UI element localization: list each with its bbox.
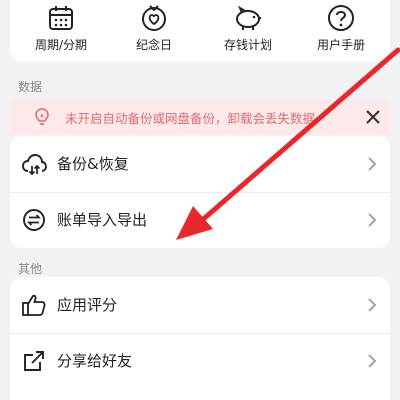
other-settings-card: 应用评分 分享给好友 bbox=[10, 277, 390, 400]
banner-text: 未开启自动备份或网盘备份，卸载会丢失数据 bbox=[65, 111, 316, 126]
list-item-import-export[interactable]: 账单导入导出 bbox=[10, 192, 390, 248]
chevron-right-icon bbox=[368, 157, 377, 171]
thumbs-up-icon bbox=[22, 294, 46, 316]
list-item-label: 分享给好友 bbox=[57, 352, 133, 370]
piggy-bank-icon bbox=[236, 5, 261, 30]
calendar-icon bbox=[49, 6, 73, 30]
list-item-label: 账单导入导出 bbox=[57, 211, 148, 229]
close-icon[interactable] bbox=[363, 107, 383, 127]
list-item-label: 备份&恢复 bbox=[57, 155, 129, 173]
settings-page: 周期/分期 纪念日 存钱计划 用户手册 数据 未开启自动备份或网盘备份，卸载会丢… bbox=[0, 0, 400, 400]
chevron-right-icon bbox=[368, 298, 377, 312]
chevron-right-icon bbox=[368, 354, 377, 368]
import-export-icon bbox=[23, 209, 45, 231]
quick-actions-bar: 周期/分期 纪念日 存钱计划 用户手册 bbox=[10, 0, 390, 62]
section-title-data: 数据 bbox=[18, 80, 43, 94]
lightbulb-icon bbox=[35, 108, 49, 125]
list-item-label: 应用评分 bbox=[57, 296, 118, 314]
quick-action-manual[interactable]: 用户手册 bbox=[296, 0, 386, 62]
quick-action-label: 用户手册 bbox=[316, 38, 365, 52]
quick-action-cycle[interactable]: 周期/分期 bbox=[16, 0, 106, 62]
cloud-sync-icon bbox=[22, 154, 47, 176]
chevron-right-icon bbox=[368, 213, 377, 227]
list-item-backup-restore[interactable]: 备份&恢复 bbox=[10, 136, 390, 192]
data-settings-card: 备份&恢复 账单导入导出 bbox=[10, 136, 390, 248]
list-item-rate-app[interactable]: 应用评分 bbox=[10, 277, 390, 333]
help-icon bbox=[328, 5, 354, 31]
quick-action-label: 纪念日 bbox=[135, 38, 172, 52]
anniversary-icon bbox=[142, 5, 166, 31]
quick-action-label: 存钱计划 bbox=[223, 38, 272, 52]
backup-warning-banner: 未开启自动备份或网盘备份，卸载会丢失数据 bbox=[10, 100, 390, 134]
quick-action-saving-plan[interactable]: 存钱计划 bbox=[203, 0, 293, 62]
quick-action-label: 周期/分期 bbox=[34, 38, 88, 52]
list-item-share[interactable]: 分享给好友 bbox=[10, 333, 390, 389]
quick-action-anniversary[interactable]: 纪念日 bbox=[109, 0, 199, 62]
share-icon bbox=[24, 351, 44, 371]
section-title-other: 其他 bbox=[18, 262, 43, 276]
